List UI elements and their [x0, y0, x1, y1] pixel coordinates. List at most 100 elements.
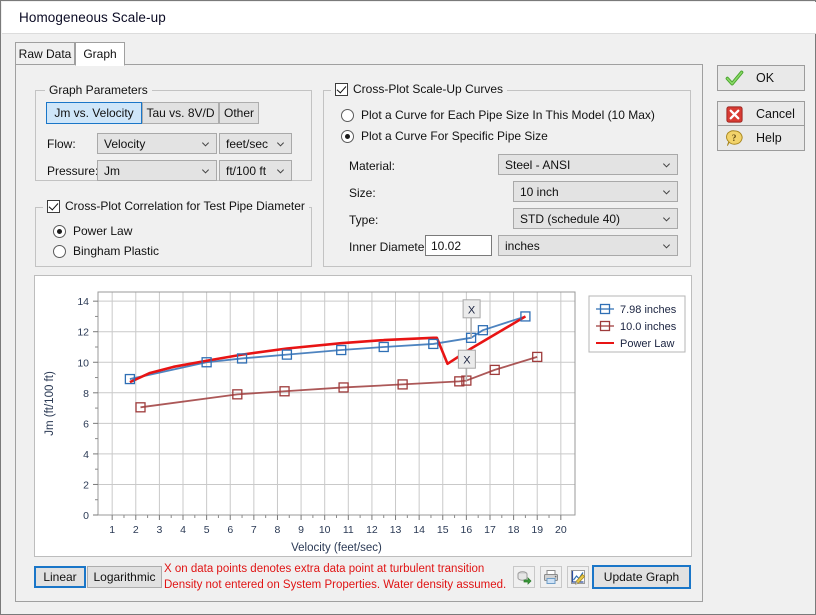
- x-tick-label: 10: [319, 524, 331, 536]
- export-icon-glyph: [517, 571, 532, 585]
- cross-plot-scaleup-header[interactable]: Cross-Plot Scale-Up Curves: [331, 82, 508, 96]
- tab-strip: Raw Data Graph: [15, 42, 703, 66]
- update-graph-button[interactable]: Update Graph: [592, 565, 691, 589]
- inner-diameter-value: 10.02: [431, 238, 462, 253]
- size-value: 10 inch: [520, 184, 559, 199]
- x-tick-label: 4: [180, 524, 186, 536]
- inner-diameter-label: Inner Diameter:: [349, 240, 432, 254]
- help-button[interactable]: ? Help: [717, 125, 805, 151]
- y-tick-label: 10: [77, 357, 89, 369]
- cross-plot-correlation-checkbox[interactable]: [47, 199, 60, 213]
- x-tick-label: 8: [275, 524, 281, 536]
- y-axis-title: Jm (ft/100 ft): [44, 371, 56, 436]
- scale-linear-label: Linear: [43, 570, 77, 584]
- x-tick-label: 17: [484, 524, 496, 536]
- check-icon: [725, 70, 744, 86]
- update-graph-label: Update Graph: [603, 570, 680, 584]
- x-tick-label: 13: [390, 524, 402, 536]
- graph-parameters-legend: Graph Parameters: [45, 83, 152, 97]
- flow-units-value: feet/sec: [226, 136, 269, 151]
- cross-plot-scaleup-checkbox[interactable]: [335, 82, 348, 96]
- tab-raw-data-label: Raw Data: [18, 46, 72, 61]
- flow-value: Velocity: [104, 136, 146, 151]
- x-tick-label: 9: [298, 524, 304, 536]
- y-tick-label: 4: [83, 449, 89, 461]
- pressure-units-select[interactable]: ft/100 ft: [219, 160, 292, 181]
- mode-tau-vs-8vd-button[interactable]: Tau vs. 8V/D: [142, 102, 219, 124]
- x-tick-label: 11: [343, 524, 354, 536]
- material-select[interactable]: Steel - ANSI: [498, 154, 678, 175]
- scaleup-specific-pipe-size-label: Plot a Curve For Specific Pipe Size: [361, 129, 548, 143]
- flow-select[interactable]: Velocity: [97, 133, 217, 154]
- pressure-units-value: ft/100 ft: [226, 163, 267, 178]
- tab-graph[interactable]: Graph: [75, 42, 125, 66]
- type-value: STD (schedule 40): [520, 211, 621, 226]
- chevron-down-icon: [662, 216, 671, 222]
- correlation-bingham-plastic-option[interactable]: Bingham Plastic: [53, 244, 159, 258]
- correlation-bingham-plastic-radio[interactable]: [53, 244, 66, 258]
- legend-label-1: 7.98 inches: [620, 304, 677, 316]
- inner-diameter-units-value: inches: [505, 238, 540, 253]
- x-tick-label: 18: [508, 524, 520, 536]
- svg-text:?: ?: [732, 133, 737, 143]
- scaleup-specific-pipe-size-option[interactable]: Plot a Curve For Specific Pipe Size: [341, 129, 548, 143]
- chevron-down-icon: [201, 141, 210, 147]
- export-icon[interactable]: [513, 566, 535, 588]
- x-tick-label: 3: [156, 524, 162, 536]
- chevron-down-icon: [662, 162, 671, 168]
- correlation-power-law-radio[interactable]: [53, 224, 66, 238]
- material-value: Steel - ANSI: [505, 157, 571, 172]
- cross-icon: [726, 106, 743, 123]
- print-icon[interactable]: [540, 566, 562, 588]
- inner-diameter-units-select[interactable]: inches: [498, 235, 678, 256]
- cross-plot-scaleup-legend: Cross-Plot Scale-Up Curves: [353, 82, 504, 96]
- mode-other-button[interactable]: Other: [219, 102, 259, 124]
- chart-panel: 0 2 4 6 8 10 12 14 1 2 3 4 5 6 7 8 9 10 11 12 13 14 15 16 17 18 19…: [34, 275, 692, 557]
- mode-jm-vs-velocity-label: Jm vs. Velocity: [54, 106, 134, 120]
- scaleup-each-pipe-size-radio[interactable]: [341, 108, 354, 122]
- flow-units-select[interactable]: feet/sec: [219, 133, 292, 154]
- y-tick-label: 14: [77, 296, 89, 308]
- mode-jm-vs-velocity-button[interactable]: Jm vs. Velocity: [46, 102, 142, 124]
- scaleup-each-pipe-size-label: Plot a Curve for Each Pipe Size In This …: [361, 108, 655, 122]
- inner-diameter-input[interactable]: 10.02: [425, 235, 492, 256]
- cross-plot-correlation-header[interactable]: Cross-Plot Correlation for Test Pipe Dia…: [43, 199, 309, 213]
- edit-chart-icon[interactable]: [567, 566, 589, 588]
- type-select[interactable]: STD (schedule 40): [513, 208, 678, 229]
- ok-button-label: OK: [756, 71, 775, 85]
- correlation-power-law-label: Power Law: [73, 224, 133, 238]
- y-tick-label: 2: [83, 479, 89, 491]
- scale-linear-button[interactable]: Linear: [34, 566, 86, 588]
- x-axis-title: Velocity (feet/sec): [291, 542, 382, 554]
- cancel-button-label: Cancel: [756, 107, 795, 121]
- x-tick-label: 6: [227, 524, 233, 536]
- x-tick-label: 15: [437, 524, 449, 536]
- question-icon: ?: [726, 130, 743, 146]
- chevron-down-icon: [201, 168, 210, 174]
- pressure-select[interactable]: Jm: [97, 160, 217, 181]
- annotation-label: X: [463, 355, 471, 367]
- legend-label-3: Power Law: [620, 338, 674, 350]
- warning-text-line2: Density not entered on System Properties…: [164, 579, 507, 591]
- chevron-down-icon: [662, 189, 671, 195]
- x-tick-label: 7: [251, 524, 257, 536]
- y-tick-label: 8: [83, 388, 89, 400]
- correlation-bingham-plastic-label: Bingham Plastic: [73, 244, 160, 258]
- y-tick-label: 0: [83, 510, 89, 522]
- scaleup-specific-pipe-size-radio[interactable]: [341, 129, 354, 143]
- scale-logarithmic-label: Logarithmic: [93, 570, 156, 584]
- x-tick-label: 19: [531, 524, 543, 536]
- ok-button[interactable]: OK: [717, 65, 805, 91]
- tab-raw-data[interactable]: Raw Data: [15, 42, 75, 65]
- cancel-button[interactable]: Cancel: [717, 101, 805, 127]
- legend-label-2: 10.0 inches: [620, 321, 677, 333]
- window-title: Homogeneous Scale-up: [19, 10, 166, 25]
- annotation-label: X: [468, 304, 476, 316]
- correlation-power-law-option[interactable]: Power Law: [53, 224, 132, 238]
- size-select[interactable]: 10 inch: [513, 181, 678, 202]
- scale-logarithmic-button[interactable]: Logarithmic: [87, 566, 162, 588]
- y-tick-label: 12: [77, 327, 89, 339]
- scaleup-each-pipe-size-option[interactable]: Plot a Curve for Each Pipe Size In This …: [341, 108, 655, 122]
- x-tick-label: 5: [204, 524, 210, 536]
- x-tick-label: 1: [109, 524, 115, 536]
